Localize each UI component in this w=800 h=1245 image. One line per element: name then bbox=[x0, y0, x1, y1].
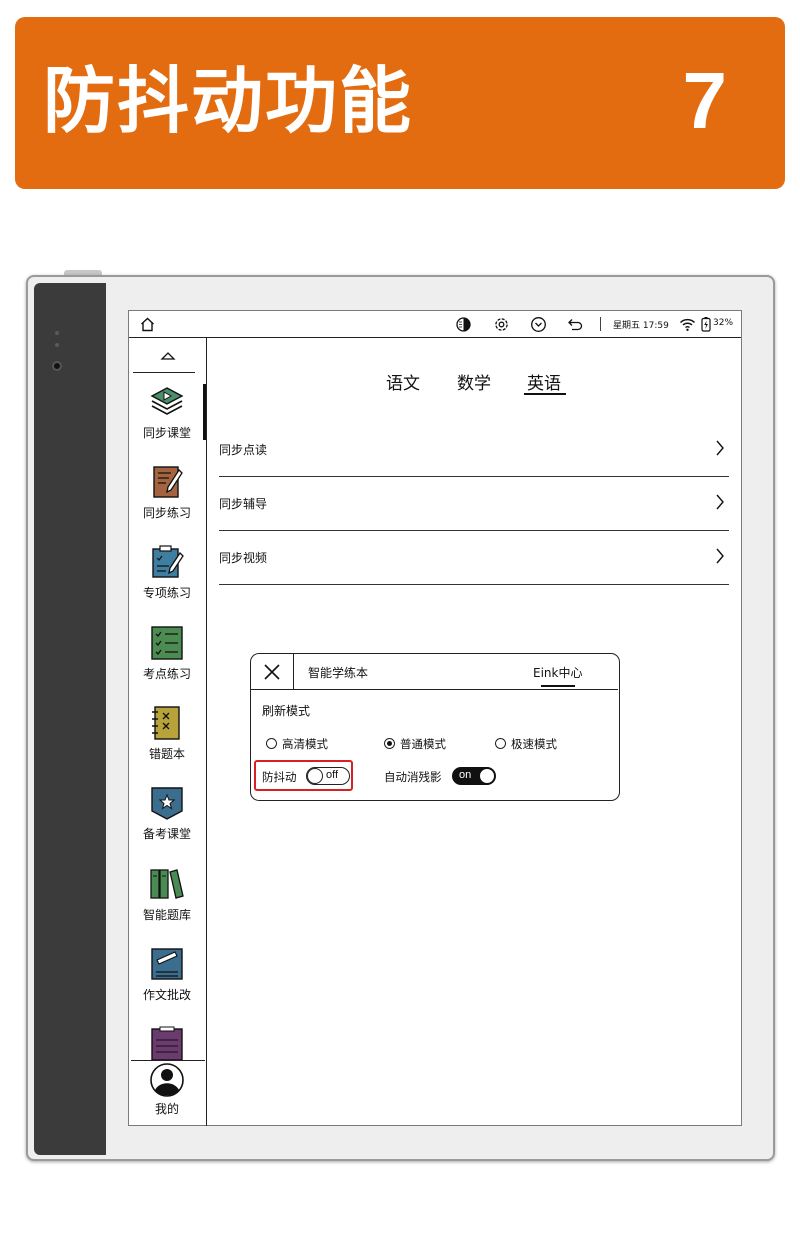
sidebar-item-label: 同步练习 bbox=[142, 506, 191, 520]
settings-icon[interactable] bbox=[493, 316, 510, 333]
list-item[interactable]: 同步视频 bbox=[219, 531, 729, 585]
list-item-label: 同步视频 bbox=[219, 551, 268, 565]
sensor-dot bbox=[55, 343, 59, 347]
status-separator bbox=[600, 317, 601, 331]
popup-header-divider bbox=[293, 654, 294, 690]
tab-english[interactable]: 英语 bbox=[527, 369, 561, 394]
sidebar-item-label: 备考课堂 bbox=[142, 827, 191, 841]
sidebar-item-label: 专项练习 bbox=[142, 586, 191, 600]
battery-percentage: 32% bbox=[713, 318, 734, 328]
checklist-icon bbox=[151, 626, 183, 660]
sidebar-item-label: 同步课堂 bbox=[142, 426, 191, 440]
active-tab-underline bbox=[524, 393, 566, 395]
chevron-down-circle-icon[interactable] bbox=[530, 316, 547, 333]
radio-circle bbox=[495, 738, 506, 749]
sidebar-item-exam-class[interactable]: 备考课堂 bbox=[129, 785, 205, 857]
clipboard-icon bbox=[151, 1026, 183, 1060]
sidebar-item-sync-practice[interactable]: 同步练习 bbox=[129, 464, 205, 536]
list-item-label: 同步点读 bbox=[219, 443, 268, 457]
essay-grading-icon bbox=[151, 948, 183, 980]
home-icon[interactable] bbox=[139, 316, 156, 333]
toggle-knob bbox=[479, 768, 495, 784]
clipboard-pen-icon bbox=[152, 545, 184, 578]
notebook-pen-icon bbox=[153, 466, 183, 498]
radio-circle bbox=[266, 738, 277, 749]
banner-number: 7 bbox=[682, 56, 728, 145]
chevron-right-icon bbox=[716, 494, 724, 510]
auto-ghost-label: 自动消残影 bbox=[384, 770, 442, 784]
popup-app-name: 智能学练本 bbox=[308, 666, 369, 680]
radio-label: 普通模式 bbox=[400, 737, 446, 751]
radio-label: 极速模式 bbox=[511, 737, 557, 751]
battery-charging-icon bbox=[701, 317, 711, 332]
radio-label: 高清模式 bbox=[282, 737, 328, 751]
refresh-mode-title: 刷新模式 bbox=[262, 704, 311, 718]
sidebar-item-special-practice[interactable]: 专项练习 bbox=[129, 544, 205, 616]
eink-contrast-icon[interactable] bbox=[455, 316, 472, 333]
sidebar-item-label: 我的 bbox=[154, 1102, 179, 1116]
sidebar-item-question-bank[interactable]: 智能题库 bbox=[129, 866, 205, 938]
close-icon[interactable] bbox=[263, 663, 281, 681]
books-icon bbox=[150, 869, 184, 899]
chevron-right-icon bbox=[716, 440, 724, 456]
device-bezel bbox=[34, 283, 106, 1155]
eink-settings-popup: 智能学练本 Eink中心 刷新模式 高清模式 普通模式 极速模式 防抖动 off… bbox=[250, 653, 620, 801]
chevron-right-icon bbox=[716, 548, 724, 564]
toggle-state: off bbox=[326, 769, 339, 781]
sidebar-item-error-book[interactable]: 错题本 bbox=[129, 705, 205, 777]
back-icon[interactable] bbox=[567, 316, 584, 333]
list-item-label: 同步辅导 bbox=[219, 497, 268, 511]
tab-chinese[interactable]: 语文 bbox=[386, 369, 420, 394]
radio-circle-selected bbox=[384, 738, 395, 749]
sidebar-divider bbox=[131, 1060, 205, 1061]
sidebar-item-label: 错题本 bbox=[148, 747, 185, 761]
toggle-state: on bbox=[459, 769, 472, 781]
error-notebook-icon bbox=[152, 706, 180, 740]
title-banner: 防抖动功能 7 bbox=[15, 17, 785, 189]
camera-icon bbox=[52, 361, 62, 371]
sidebar-divider bbox=[133, 372, 195, 373]
sidebar-item-key-points[interactable]: 考点练习 bbox=[129, 625, 205, 697]
tab-math[interactable]: 数学 bbox=[457, 369, 491, 394]
device-screen: 星期五 17:59 32% 同步课堂 同步练习 专项练习 考点练习 错题本 备考… bbox=[128, 310, 742, 1126]
banner-title: 防抖动功能 bbox=[43, 59, 414, 143]
toggle-knob bbox=[307, 768, 323, 784]
list-item[interactable]: 同步点读 bbox=[219, 423, 729, 477]
auto-ghost-toggle[interactable]: on bbox=[452, 767, 496, 785]
sidebar-item-essay-grading[interactable]: 作文批改 bbox=[129, 946, 205, 1018]
sidebar-item-profile[interactable]: 我的 bbox=[129, 1062, 205, 1134]
sidebar-item-sync-class[interactable]: 同步课堂 bbox=[129, 384, 205, 456]
sidebar-item-label: 智能题库 bbox=[142, 908, 191, 922]
wifi-icon bbox=[679, 318, 696, 331]
anti-shake-label: 防抖动 bbox=[262, 770, 297, 784]
sensor-dot bbox=[55, 331, 59, 335]
star-badge-icon bbox=[151, 787, 183, 820]
sidebar: 同步课堂 同步练习 专项练习 考点练习 错题本 备考课堂 智能题库 作文批改 我… bbox=[129, 338, 207, 1126]
popup-header: 智能学练本 Eink中心 bbox=[251, 654, 618, 690]
video-lesson-icon bbox=[150, 387, 184, 415]
status-datetime: 星期五 17:59 bbox=[613, 321, 669, 331]
popup-tab-underline bbox=[541, 685, 575, 687]
collapse-up-icon[interactable] bbox=[155, 348, 181, 364]
status-bar: 星期五 17:59 32% bbox=[129, 311, 741, 338]
sidebar-item-label: 作文批改 bbox=[142, 988, 191, 1002]
list-item[interactable]: 同步辅导 bbox=[219, 477, 729, 531]
avatar-icon bbox=[150, 1063, 184, 1097]
sidebar-item-label: 考点练习 bbox=[142, 667, 191, 681]
anti-shake-toggle[interactable]: off bbox=[306, 767, 350, 785]
popup-tab-eink[interactable]: Eink中心 bbox=[533, 664, 582, 681]
